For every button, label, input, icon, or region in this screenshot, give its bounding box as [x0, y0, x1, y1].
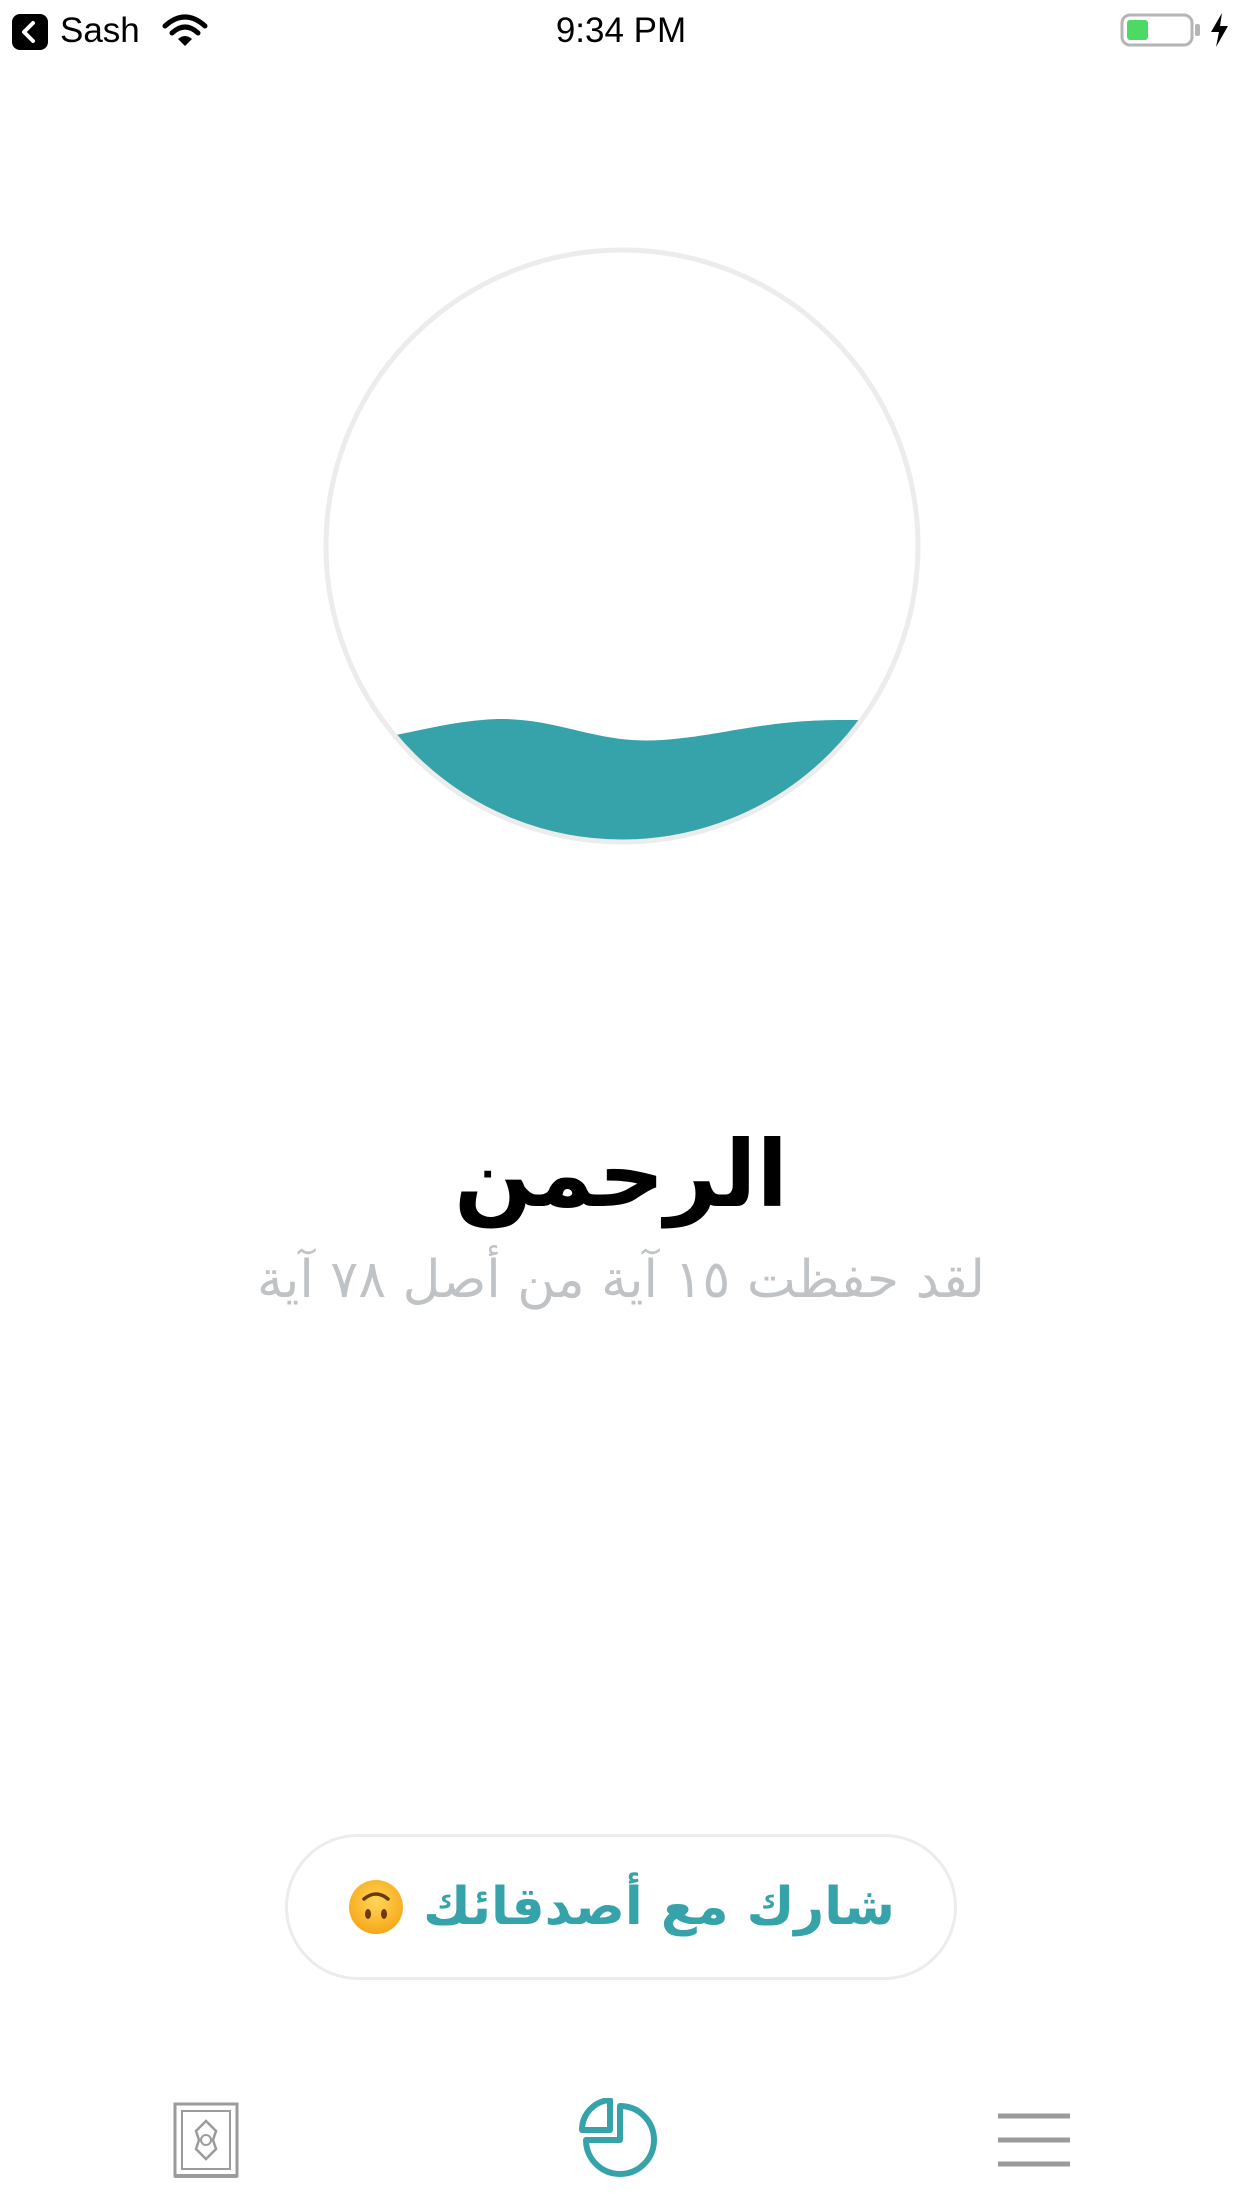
battery-icon — [1120, 13, 1200, 47]
status-bar: Sash 9:34 PM — [0, 0, 1242, 62]
share-button-label: شارك مع أصدقائك — [423, 1877, 895, 1937]
status-time: 9:34 PM — [555, 11, 687, 50]
charging-bolt-icon — [1211, 13, 1228, 47]
tab-menu[interactable] — [974, 2090, 1094, 2190]
tab-bar — [0, 2080, 1242, 2208]
memorization-progress-circle — [323, 247, 921, 845]
quran-book-icon — [173, 2102, 239, 2178]
pie-chart-icon — [578, 2098, 657, 2177]
menu-icon — [998, 2113, 1070, 2167]
share-with-friends-button[interactable]: شارك مع أصدقائك — [285, 1834, 957, 1980]
screen: Sash 9:34 PM الرحمن لقد حفظت ١٥ آية من أ… — [0, 0, 1242, 2208]
memorization-progress-text: لقد حفظت ١٥ آية من أصل ٧٨ آية — [256, 1250, 986, 1310]
upside-down-face-emoji-icon — [349, 1880, 404, 1934]
tab-stats[interactable] — [560, 2090, 680, 2190]
surah-name: الرحمن — [453, 1121, 789, 1228]
tab-quran[interactable] — [146, 2090, 266, 2190]
